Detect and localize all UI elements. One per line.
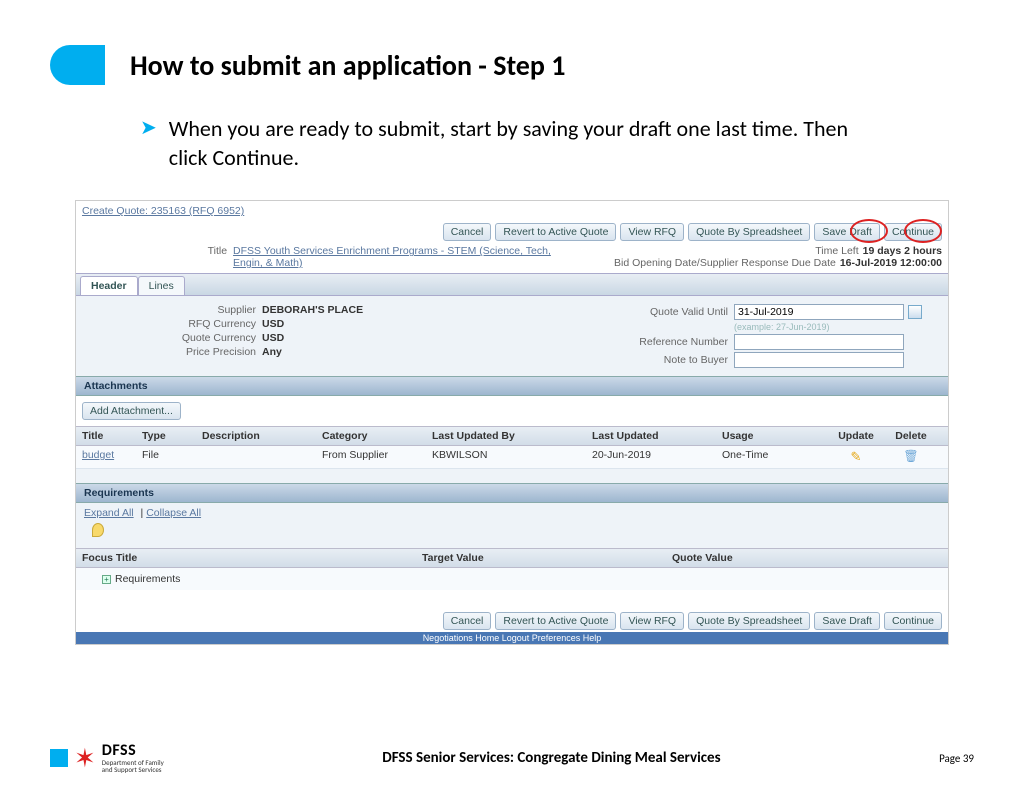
timeleft-label: Time Left — [815, 245, 862, 257]
att-usage: One-Time — [716, 446, 826, 468]
bottom-button-row: Cancel Revert to Active Quote View RFQ Q… — [76, 610, 948, 632]
priceprec-label: Price Precision — [82, 346, 262, 358]
att-type: File — [136, 446, 196, 468]
view-rfq-button-2[interactable]: View RFQ — [620, 612, 684, 630]
note-input[interactable] — [734, 352, 904, 368]
pencil-icon[interactable]: ✎ — [851, 449, 862, 464]
logo-dept2: and Support Services — [102, 766, 164, 773]
view-rfq-button[interactable]: View RFQ — [620, 223, 684, 241]
due-value: 16-Jul-2019 12:00:00 — [840, 257, 942, 269]
col-cat: Category — [316, 427, 426, 445]
requirement-row: + Requirements — [76, 568, 948, 590]
col-quote: Quote Value — [666, 549, 916, 567]
bullet-arrow-icon: ➤ — [140, 115, 157, 140]
rfqcur-label: RFQ Currency — [82, 318, 262, 330]
att-up: 20-Jun-2019 — [586, 446, 716, 468]
save-draft-button[interactable]: Save Draft — [814, 223, 880, 241]
logo-square-icon — [50, 749, 68, 767]
att-cat: From Supplier — [316, 446, 426, 468]
slide-accent — [50, 45, 105, 85]
col-usage: Usage — [716, 427, 826, 445]
req-title: Requirements — [115, 573, 180, 585]
ref-input[interactable] — [734, 334, 904, 350]
bottom-nav-links[interactable]: Negotiations Home Logout Preferences Hel… — [76, 632, 948, 644]
col-delete: Delete — [886, 427, 936, 445]
cancel-button[interactable]: Cancel — [443, 223, 492, 241]
valid-input[interactable] — [734, 304, 904, 320]
dfss-logo: ✶ DFSS Department of Family and Support … — [50, 743, 164, 773]
collapse-all-link[interactable]: Collapse All — [146, 507, 201, 519]
col-type: Type — [136, 427, 196, 445]
tab-lines[interactable]: Lines — [138, 276, 185, 295]
continue-button-2[interactable]: Continue — [884, 612, 942, 630]
valid-example: (example: 27-Jun-2019) — [734, 322, 830, 332]
revert-button[interactable]: Revert to Active Quote — [495, 223, 616, 241]
bullet-text: When you are ready to submit, start by s… — [169, 115, 884, 172]
quotecur-label: Quote Currency — [82, 332, 262, 344]
rfqcur-value: USD — [262, 318, 284, 330]
trash-icon[interactable]: 🗑 — [903, 449, 918, 463]
ref-label: Reference Number — [604, 336, 734, 348]
att-desc — [196, 446, 316, 468]
title-label: Title — [82, 245, 233, 269]
due-label: Bid Opening Date/Supplier Response Due D… — [614, 257, 840, 269]
revert-button-2[interactable]: Revert to Active Quote — [495, 612, 616, 630]
col-title: Title — [76, 427, 136, 445]
note-label: Note to Buyer — [604, 354, 734, 366]
footer-title: DFSS Senior Services: Congregate Dining … — [164, 749, 939, 767]
timeleft-value: 19 days 2 hours — [863, 245, 942, 257]
cancel-button-2[interactable]: Cancel — [443, 612, 492, 630]
valid-label: Quote Valid Until — [604, 306, 734, 318]
att-upby: KBWILSON — [426, 446, 586, 468]
page-number: Page 39 — [939, 752, 974, 765]
col-upby: Last Updated By — [426, 427, 586, 445]
supplier-label: Supplier — [82, 304, 262, 316]
priceprec-value: Any — [262, 346, 282, 358]
calendar-icon[interactable] — [908, 305, 922, 319]
app-screenshot: Create Quote: 235163 (RFQ 6952) Cancel R… — [75, 200, 949, 645]
expand-all-link[interactable]: Expand All — [84, 507, 134, 519]
tip-icon — [92, 523, 104, 537]
quote-spreadsheet-button[interactable]: Quote By Spreadsheet — [688, 223, 810, 241]
col-focus: Focus Title — [76, 549, 416, 567]
save-draft-button-2[interactable]: Save Draft — [814, 612, 880, 630]
logo-dfss-text: DFSS — [102, 743, 164, 759]
title-link[interactable]: DFSS Youth Services Enrichment Programs … — [233, 245, 574, 269]
supplier-value: DEBORAH'S PLACE — [262, 304, 363, 316]
breadcrumb[interactable]: Create Quote: 235163 (RFQ 6952) — [76, 201, 948, 221]
att-title[interactable]: budget — [76, 446, 136, 468]
col-update: Update — [826, 427, 886, 445]
requirements-section: Requirements — [76, 483, 948, 503]
col-desc: Description — [196, 427, 316, 445]
attachments-section: Attachments — [76, 376, 948, 396]
slide-title: How to submit an application - Step 1 — [130, 48, 565, 83]
quote-spreadsheet-button-2[interactable]: Quote By Spreadsheet — [688, 612, 810, 630]
attachment-row: budget File From Supplier KBWILSON 20-Ju… — [76, 446, 948, 469]
quotecur-value: USD — [262, 332, 284, 344]
logo-star-icon: ✶ — [74, 749, 96, 767]
top-button-row: Cancel Revert to Active Quote View RFQ Q… — [76, 221, 948, 243]
col-up: Last Updated — [586, 427, 716, 445]
expand-icon[interactable]: + — [102, 575, 111, 584]
tab-header[interactable]: Header — [80, 276, 138, 295]
col-target: Target Value — [416, 549, 666, 567]
continue-button[interactable]: Continue — [884, 223, 942, 241]
add-attachment-button[interactable]: Add Attachment... — [82, 402, 181, 420]
